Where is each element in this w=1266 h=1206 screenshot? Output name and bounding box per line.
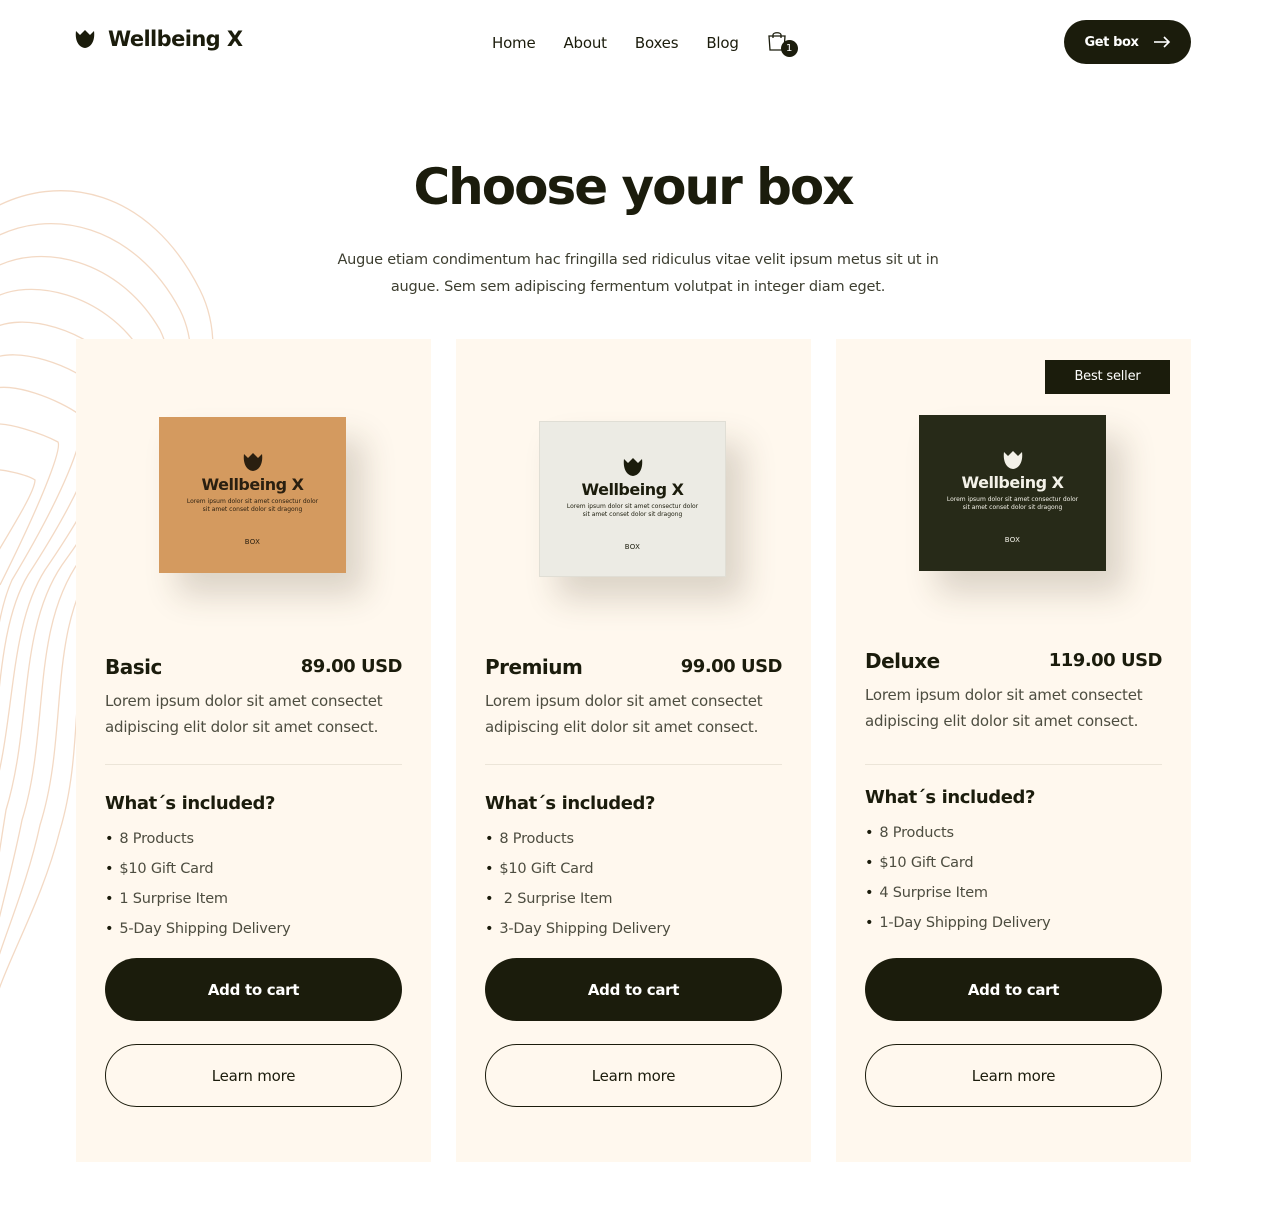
add-to-cart-button[interactable]: Add to cart (485, 958, 782, 1021)
feature-list: 8 Products $10 Gift Card 4 Surprise Item… (865, 823, 1051, 943)
learn-more-button[interactable]: Learn more (865, 1044, 1162, 1107)
feature-list: 8 Products $10 Gift Card 2 Surprise Item… (485, 829, 671, 949)
brand-name: Wellbeing X (108, 27, 243, 51)
nav-link-blog[interactable]: Blog (706, 34, 739, 52)
plan-name: Deluxe (865, 649, 940, 673)
box-image-deluxe: Wellbeing X Lorem ipsum dolor sit amet c… (919, 415, 1106, 571)
feature-item: $10 Gift Card (105, 859, 291, 889)
add-to-cart-button[interactable]: Add to cart (105, 958, 402, 1021)
brand-logo[interactable]: Wellbeing X (74, 27, 243, 51)
tulip-logo-icon (243, 453, 262, 471)
best-seller-badge: Best seller (1045, 360, 1170, 394)
included-title: What´s included? (105, 793, 276, 814)
box-image-basic: Wellbeing X Lorem ipsum dolor sit amet c… (159, 417, 346, 573)
box-brand-text: Wellbeing X (581, 480, 684, 499)
box-label: BOX (1004, 536, 1021, 544)
feature-item: 8 Products (485, 829, 671, 859)
arrow-right-icon (1153, 36, 1170, 48)
plan-price: 89.00 USD (300, 656, 403, 677)
feature-item: $10 Gift Card (485, 859, 671, 889)
box-brand-text: Wellbeing X (961, 473, 1064, 492)
nav-link-about[interactable]: About (564, 34, 608, 52)
plan-card-premium: Wellbeing X Lorem ipsum dolor sit amet c… (456, 339, 811, 1162)
tulip-logo-icon (75, 30, 95, 48)
box-image-premium: Wellbeing X Lorem ipsum dolor sit amet c… (539, 421, 726, 577)
included-title: What´s included? (485, 793, 656, 814)
box-small-text: Lorem ipsum dolor sit amet consectur dol… (186, 498, 319, 513)
plan-description: Lorem ipsum dolor sit amet consectet adi… (485, 692, 763, 736)
feature-item: 8 Products (105, 829, 291, 859)
box-label: BOX (244, 538, 261, 546)
included-title: What´s included? (865, 787, 1036, 808)
plan-card-deluxe: Best seller Wellbeing X Lorem ipsum dolo… (836, 339, 1191, 1162)
feature-item: 2 Surprise Item (485, 889, 671, 919)
feature-item: 4 Surprise Item (865, 883, 1051, 913)
feature-item: 1-Day Shipping Delivery (865, 913, 1050, 943)
feature-item: 1 Surprise Item (105, 889, 291, 919)
get-box-button[interactable]: Get box (1064, 20, 1191, 64)
feature-item: 8 Products (865, 823, 1051, 853)
box-small-text: Lorem ipsum dolor sit amet consectur dol… (946, 496, 1079, 511)
divider (865, 764, 1162, 765)
tulip-logo-icon (1003, 451, 1022, 469)
plan-name: Basic (105, 655, 162, 679)
box-label: BOX (624, 543, 641, 551)
add-to-cart-button[interactable]: Add to cart (865, 958, 1162, 1021)
page-title: Choose your box (413, 158, 854, 216)
plan-price: 99.00 USD (680, 656, 783, 677)
plan-name: Premium (485, 655, 583, 679)
plan-description: Lorem ipsum dolor sit amet consectet adi… (105, 692, 383, 736)
top-navigation: Wellbeing X Home About Boxes Blog 1 Get … (0, 0, 1266, 84)
plan-description: Lorem ipsum dolor sit amet consectet adi… (865, 686, 1143, 730)
cart-count-badge: 1 (780, 40, 798, 57)
box-small-text: Lorem ipsum dolor sit amet consectur dol… (566, 503, 699, 518)
nav-link-home[interactable]: Home (492, 34, 536, 52)
feature-list: 8 Products $10 Gift Card 1 Surprise Item… (105, 829, 291, 949)
get-box-label: Get box (1084, 34, 1139, 50)
learn-more-button[interactable]: Learn more (105, 1044, 402, 1107)
page-subtitle: Augue etiam condimentum hac fringilla se… (337, 252, 939, 295)
plan-price: 119.00 USD (1048, 650, 1163, 671)
feature-item: $10 Gift Card (865, 853, 1051, 883)
divider (105, 764, 402, 765)
feature-item: 3-Day Shipping Delivery (485, 919, 670, 949)
feature-item: 5-Day Shipping Delivery (105, 919, 290, 949)
tulip-logo-icon (623, 458, 642, 476)
nav-link-boxes[interactable]: Boxes (635, 34, 679, 52)
box-brand-text: Wellbeing X (201, 475, 304, 494)
learn-more-button[interactable]: Learn more (485, 1044, 782, 1107)
main-menu: Home About Boxes Blog 1 (492, 30, 798, 57)
plan-card-basic: Wellbeing X Lorem ipsum dolor sit amet c… (76, 339, 431, 1162)
cart-button[interactable]: 1 (767, 30, 798, 57)
divider (485, 764, 782, 765)
